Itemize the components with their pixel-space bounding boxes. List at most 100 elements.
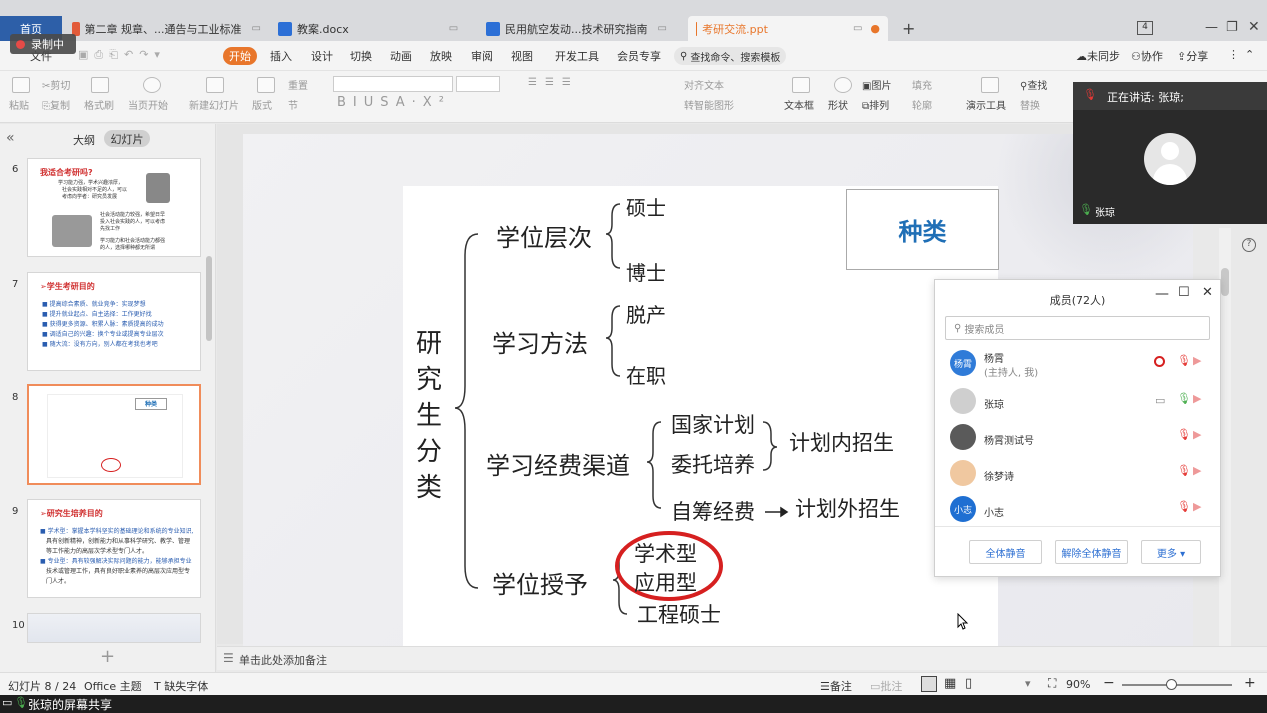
camera-off-icon[interactable]: ▶ — [1193, 428, 1201, 441]
notes-bar[interactable]: ☰ 单击此处添加备注 — [217, 646, 1267, 670]
outline-button[interactable]: 轮廓 — [912, 97, 932, 112]
add-slide-button[interactable]: + — [100, 646, 115, 667]
grid-view-icon[interactable]: ▦ — [944, 676, 956, 691]
more-button[interactable]: 更多 ▾ — [1141, 540, 1201, 564]
zoom-slider[interactable] — [1122, 684, 1232, 686]
from-current-label[interactable]: 当页开始 — [128, 97, 168, 112]
notes-toggle[interactable]: ☰备注 — [820, 678, 852, 694]
find-button[interactable]: ⚲查找 — [1020, 77, 1047, 92]
collapse-panel-button[interactable]: « — [6, 130, 15, 146]
mute-all-button[interactable]: 全体静音 — [969, 540, 1042, 564]
format-painter-label[interactable]: 格式刷 — [84, 97, 114, 112]
camera-off-icon[interactable]: ▶ — [1193, 500, 1201, 513]
menu-view[interactable]: 视图 — [511, 48, 533, 64]
present-tool-icon[interactable] — [981, 77, 999, 93]
restore-icon[interactable]: ❐ — [1226, 20, 1238, 35]
slide-thumb-8[interactable]: 种类 — [27, 384, 201, 485]
camera-off-icon[interactable]: ▶ — [1193, 354, 1201, 367]
normal-view-icon[interactable] — [921, 676, 937, 692]
sync-status[interactable]: ☁未同步 — [1076, 48, 1120, 64]
quick-access-icons[interactable]: ▣⎙⎗↶↷▾ — [78, 48, 166, 62]
reset-button[interactable]: 重置 — [288, 77, 308, 92]
cut-button[interactable]: ✂剪切 — [42, 77, 70, 92]
zoom-in-icon[interactable]: + — [1244, 675, 1256, 691]
camera-off-icon[interactable]: ▶ — [1193, 392, 1201, 405]
search-command[interactable]: ⚲ 查找命令、搜索模板 — [674, 47, 786, 65]
slide-thumb-10[interactable] — [27, 613, 201, 643]
mic-muted-icon[interactable]: 🎙 — [1177, 464, 1191, 477]
layout-icon[interactable] — [257, 77, 275, 93]
play-icon[interactable] — [143, 77, 161, 93]
minimize-icon[interactable]: — — [1155, 286, 1169, 302]
screen-share-icon[interactable]: ▭ — [1155, 394, 1165, 407]
slide-thumb-7[interactable]: ➢学生考研目的 ■ 提高综合素质、就业竞争：实现梦想 ■ 提升就业起点、自主选择… — [27, 272, 201, 371]
shape-label[interactable]: 形状 — [828, 97, 848, 112]
scroll-thumb[interactable] — [1221, 268, 1229, 296]
comment-toggle[interactable]: ▭批注 — [870, 678, 902, 694]
new-slide-icon[interactable] — [206, 77, 224, 93]
copy-button[interactable]: ⎘复制 — [42, 97, 70, 112]
mic-active-icon[interactable]: 🎙 — [1177, 392, 1191, 405]
camera-off-icon[interactable]: ▶ — [1193, 464, 1201, 477]
video-panel[interactable]: 🎙 正在讲话: 张琼; 🎙 张琼 — [1073, 82, 1267, 224]
zoom-out-icon[interactable]: − — [1103, 675, 1115, 691]
menu-developer[interactable]: 开发工具 — [555, 48, 599, 64]
help-icon[interactable]: ? — [1242, 238, 1256, 252]
zoom-slider-handle[interactable] — [1166, 679, 1177, 690]
member-row[interactable]: 徐梦诗 🎙 ▶ — [935, 456, 1220, 492]
font-size-select[interactable] — [456, 76, 500, 92]
replace-button[interactable]: 替换 — [1020, 97, 1040, 112]
slide-thumb-6[interactable]: 我适合考研吗? 学习能力强，学术兴趣浓厚， 社会实践相对不足的人，可以 考虑向学… — [27, 158, 201, 257]
textbox-label[interactable]: 文本框 — [784, 97, 814, 112]
collab-button[interactable]: ⚇协作 — [1131, 48, 1163, 64]
font-style-buttons[interactable]: BIUSA·X² — [337, 95, 451, 110]
present-tool-label[interactable]: 演示工具 — [966, 97, 1006, 112]
more-icon[interactable]: ⋮ — [1228, 48, 1239, 61]
menu-start[interactable]: 开始 — [223, 47, 257, 65]
chevron-up-icon[interactable]: ⌃ — [1245, 48, 1254, 61]
tab-doc-4[interactable]: 考研交流.ppt ▭ ● — [688, 16, 888, 41]
reading-view-icon[interactable]: ▯ — [965, 676, 972, 691]
share-button[interactable]: ⇪分享 — [1177, 48, 1208, 64]
tab-doc-3[interactable]: 民用航空发动...技术研究指南 ▭ — [478, 16, 683, 41]
paste-label[interactable]: 粘贴 — [9, 97, 29, 112]
mic-muted-icon[interactable]: 🎙 — [1177, 500, 1191, 513]
menu-transition[interactable]: 切换 — [350, 48, 372, 64]
fill-button[interactable]: 填充 — [912, 77, 932, 92]
arrange-button[interactable]: ⧉排列 — [862, 97, 889, 112]
section-button[interactable]: 节 — [288, 97, 298, 112]
member-search-input[interactable]: ⚲ 搜索成员 — [945, 316, 1210, 340]
list-buttons[interactable]: ☰☰☰ — [528, 77, 579, 88]
smart-graphic-button[interactable]: 转智能图形 — [684, 97, 734, 112]
tab-outline[interactable]: 大纲 — [73, 132, 95, 148]
record-icon[interactable] — [1154, 356, 1165, 367]
menu-design[interactable]: 设计 — [311, 48, 333, 64]
slide-thumb-9[interactable]: ➢研究生培养目的 ■ 学术型：掌握本学科坚实的基础理论和系统的专业知识, 具有创… — [27, 499, 201, 598]
missing-font-button[interactable]: T 缺失字体 — [154, 678, 208, 694]
font-name-select[interactable] — [333, 76, 453, 92]
close-icon[interactable]: ✕ — [1202, 285, 1213, 300]
textbox-icon[interactable] — [792, 77, 810, 93]
paste-icon[interactable] — [12, 77, 30, 93]
shape-icon[interactable] — [834, 77, 852, 93]
window-count-icon[interactable]: 4 — [1137, 21, 1153, 35]
tab-slides[interactable]: 幻灯片 — [104, 130, 150, 147]
picture-button[interactable]: ▣图片 — [862, 77, 891, 92]
panel-scrollbar[interactable] — [206, 256, 212, 341]
layout-label[interactable]: 版式 — [252, 97, 272, 112]
menu-insert[interactable]: 插入 — [270, 48, 292, 64]
new-slide-label[interactable]: 新建幻灯片 — [189, 97, 239, 112]
member-row[interactable]: 杨霄测试号 🎙 ▶ — [935, 420, 1220, 456]
mic-muted-icon[interactable]: 🎙 — [1177, 354, 1191, 367]
minimize-icon[interactable]: — — [1205, 20, 1218, 35]
play-dropdown-icon[interactable]: ▾ — [1025, 677, 1031, 690]
menu-member[interactable]: 会员专享 — [617, 48, 661, 64]
menu-review[interactable]: 审阅 — [471, 48, 493, 64]
maximize-icon[interactable]: ☐ — [1178, 285, 1190, 300]
menu-animation[interactable]: 动画 — [390, 48, 412, 64]
format-painter-icon[interactable] — [91, 77, 109, 93]
member-row[interactable]: 小志 小志 🎙 ▶ — [935, 492, 1220, 528]
tab-doc-1[interactable]: 第二章 规章、...通告与工业标准 ▭ — [64, 16, 269, 41]
unmute-all-button[interactable]: 解除全体静音 — [1055, 540, 1128, 564]
menu-slideshow[interactable]: 放映 — [430, 48, 452, 64]
